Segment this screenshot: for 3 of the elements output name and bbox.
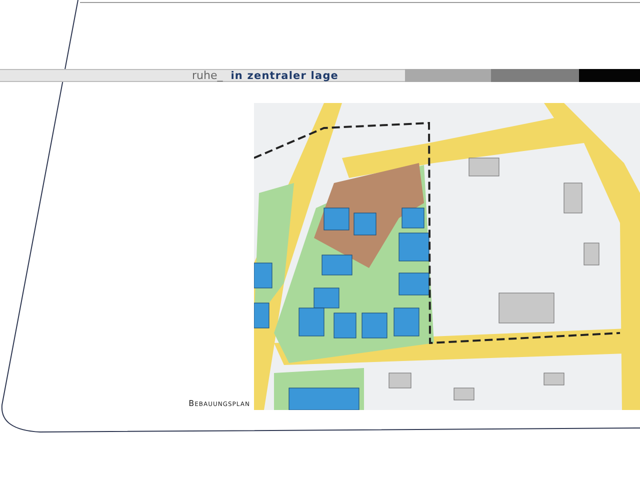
header-title: in zentraler lage <box>230 70 339 82</box>
plan-caption: Bebauungsplan <box>188 399 250 409</box>
header-prefix: ruhe_ <box>192 70 223 82</box>
